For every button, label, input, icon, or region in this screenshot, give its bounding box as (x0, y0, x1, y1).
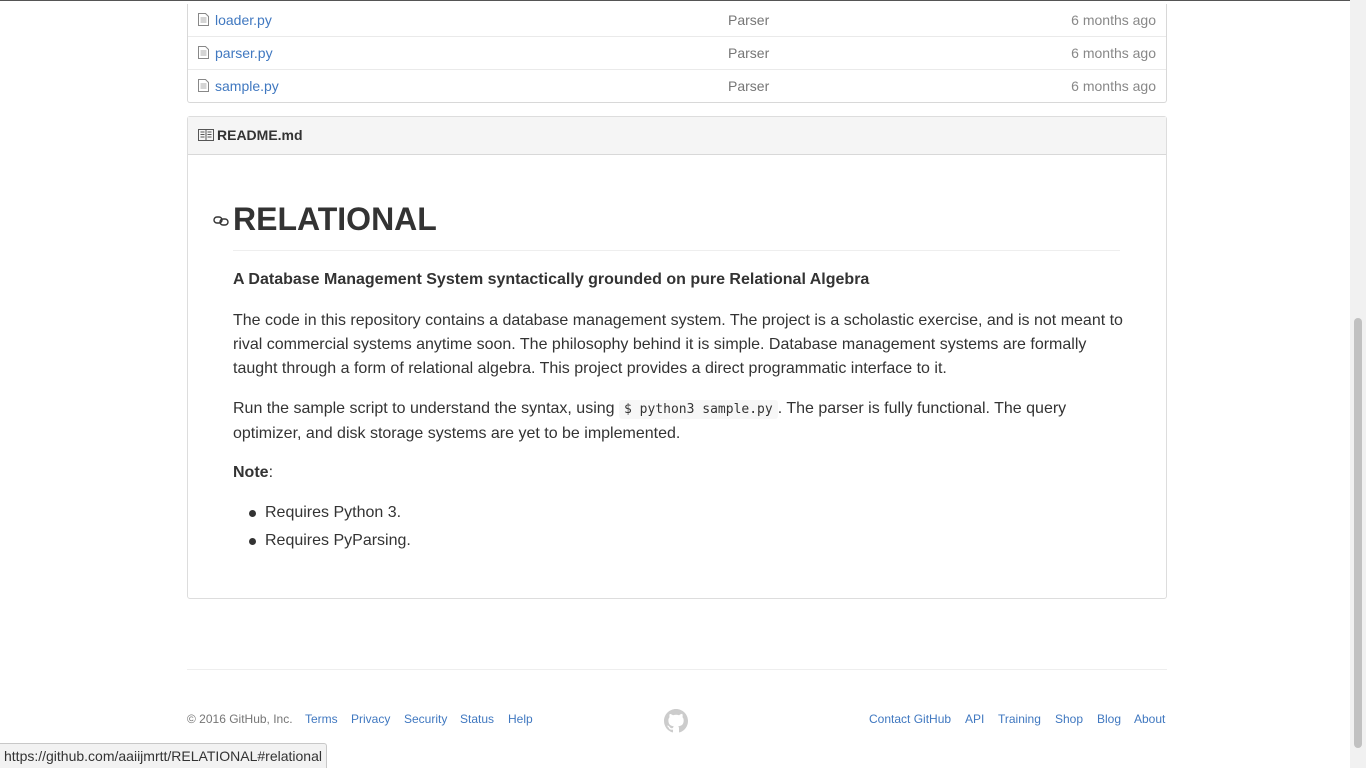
footer-link-training[interactable]: Training (998, 712, 1041, 726)
file-name-link[interactable]: parser.py (215, 45, 273, 61)
file-age: 6 months ago (1071, 78, 1156, 94)
list-item: Requires PyParsing. (233, 529, 411, 557)
readme-paragraph: The code in this repository contains a d… (233, 312, 1123, 377)
readme-header: README.md (188, 117, 1166, 155)
readme-filename: README.md (217, 127, 303, 143)
file-icon (198, 13, 209, 26)
footer-link-status[interactable]: Status (460, 712, 494, 726)
list-item: Requires Python 3. (233, 501, 411, 529)
footer-link-blog[interactable]: Blog (1097, 712, 1121, 726)
file-icon (198, 79, 209, 92)
file-age: 6 months ago (1071, 45, 1156, 61)
title-divider (233, 250, 1120, 251)
copyright: © 2016 GitHub, Inc. (187, 712, 293, 726)
file-name-link[interactable]: loader.py (215, 12, 272, 28)
footer-link-contact[interactable]: Contact GitHub (869, 712, 951, 726)
window-top-border (0, 0, 1350, 1)
readme-subtitle: A Database Management System syntactical… (233, 271, 870, 288)
readme-paragraph: Run the sample script to understand the … (233, 397, 1123, 446)
browser-status-url: https://github.com/aaiijmrtt/RELATIONAL#… (0, 743, 327, 768)
commit-message-link[interactable]: Parser (728, 78, 769, 94)
readme-box: README.md RELATIONAL A Database Manageme… (187, 116, 1167, 599)
book-icon (198, 129, 214, 141)
file-name-link[interactable]: sample.py (215, 78, 279, 94)
scrollbar-thumb[interactable] (1354, 318, 1362, 748)
link-icon (213, 216, 229, 226)
requirements-list: Requires Python 3. Requires PyParsing. (233, 501, 411, 557)
vertical-scrollbar[interactable] (1350, 0, 1366, 768)
site-footer: © 2016 GitHub, Inc. Terms Privacy Securi… (187, 709, 1167, 733)
footer-link-privacy[interactable]: Privacy (351, 712, 390, 726)
note-suffix: : (268, 464, 274, 481)
note-line: Note: (233, 461, 273, 485)
footer-link-security[interactable]: Security (404, 712, 447, 726)
para-text: Run the sample script to understand the … (233, 400, 619, 417)
readme-title: RELATIONAL (233, 201, 437, 237)
note-label: Note (233, 464, 269, 481)
footer-link-terms[interactable]: Terms (305, 712, 338, 726)
file-age: 6 months ago (1071, 12, 1156, 28)
commit-message-link[interactable]: Parser (728, 45, 769, 61)
commit-message-link[interactable]: Parser (728, 12, 769, 28)
footer-link-help[interactable]: Help (508, 712, 533, 726)
footer-divider (187, 669, 1167, 670)
file-list: loader.py Parser 6 months ago parser.py … (187, 4, 1167, 103)
footer-link-api[interactable]: API (965, 712, 984, 726)
github-octocat-icon (664, 709, 688, 733)
file-row: sample.py Parser 6 months ago (188, 69, 1166, 102)
inline-code: $ python3 sample.py (619, 400, 778, 419)
file-row: loader.py Parser 6 months ago (188, 4, 1166, 36)
file-row: parser.py Parser 6 months ago (188, 36, 1166, 69)
footer-link-shop[interactable]: Shop (1055, 712, 1083, 726)
file-icon (198, 46, 209, 59)
footer-link-about[interactable]: About (1134, 712, 1165, 726)
